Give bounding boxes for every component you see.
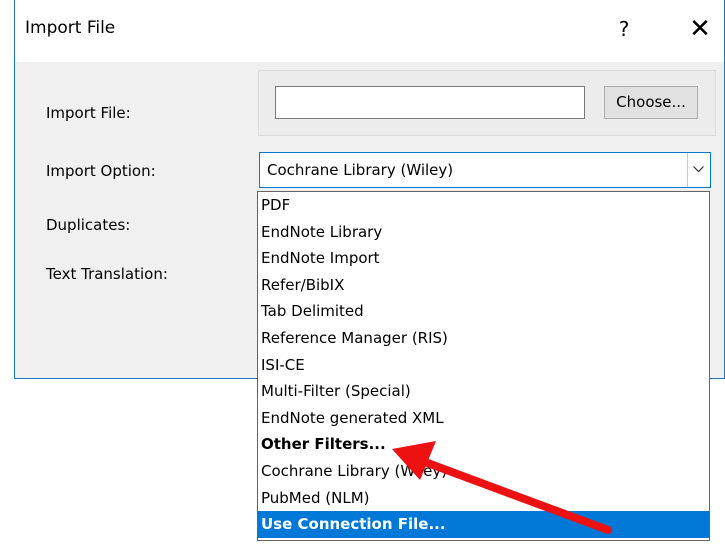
title-bar: Import File ? ✕ <box>15 0 724 62</box>
import-option-label: Import Option: <box>46 162 156 180</box>
dropdown-option[interactable]: Use Connection File... <box>258 511 709 538</box>
dropdown-option[interactable]: ISI-CE <box>258 352 709 379</box>
dropdown-option[interactable]: EndNote Library <box>258 219 709 246</box>
choose-button[interactable]: Choose... <box>604 86 698 119</box>
dialog-title: Import File <box>25 18 116 38</box>
duplicates-label: Duplicates: <box>46 216 131 234</box>
import-option-combobox[interactable]: Cochrane Library (Wiley) <box>259 152 711 188</box>
combo-dropdown-button[interactable] <box>687 153 710 187</box>
close-button[interactable]: ✕ <box>685 14 715 44</box>
dropdown-option[interactable]: Cochrane Library (Wiley) <box>258 458 709 485</box>
dropdown-option[interactable]: PubMed (NLM) <box>258 485 709 512</box>
dropdown-option[interactable]: Refer/BibIX <box>258 272 709 299</box>
dropdown-option[interactable]: Reference Manager (RIS) <box>258 325 709 352</box>
text-translation-label: Text Translation: <box>46 265 168 283</box>
dropdown-option[interactable]: Multi-Filter (Special) <box>258 378 709 405</box>
dropdown-option[interactable]: Tab Delimited <box>258 298 709 325</box>
import-file-group: Choose... <box>258 70 716 136</box>
import-file-input[interactable] <box>275 86 585 119</box>
dropdown-option[interactable]: Other Filters... <box>258 431 709 458</box>
chevron-down-icon <box>693 166 704 173</box>
import-option-value: Cochrane Library (Wiley) <box>267 161 454 179</box>
import-file-label: Import File: <box>46 104 131 122</box>
dropdown-option[interactable]: PDF <box>258 192 709 219</box>
dropdown-option[interactable]: EndNote Import <box>258 245 709 272</box>
import-option-dropdown-list: PDF EndNote Library EndNote Import Refer/Bi… <box>257 191 710 541</box>
help-button[interactable]: ? <box>612 14 636 44</box>
dropdown-option[interactable]: EndNote generated XML <box>258 405 709 432</box>
